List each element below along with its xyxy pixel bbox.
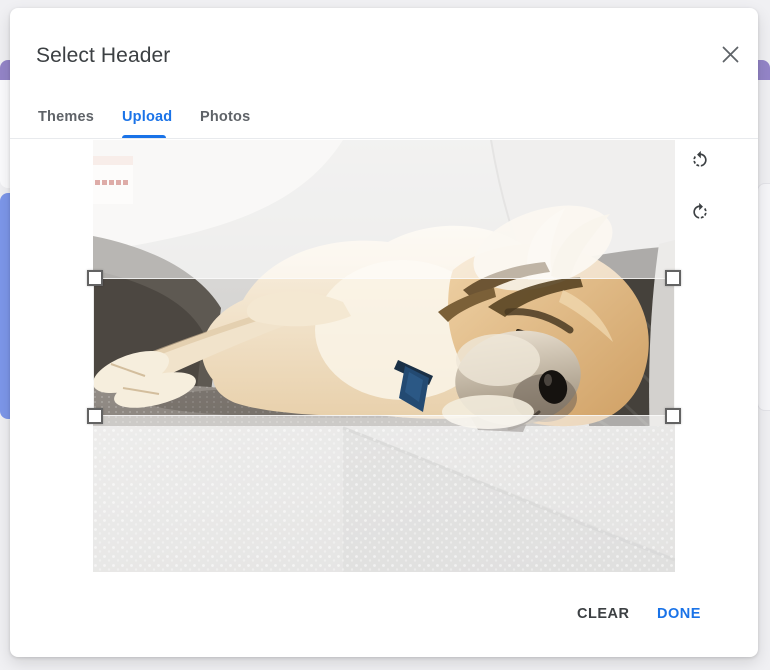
- close-icon: [722, 46, 738, 62]
- crop-handle-bottom-left[interactable]: [87, 408, 103, 424]
- rotate-right-icon: [693, 202, 707, 219]
- select-header-dialog: Select Header Themes Upload Photos CLEAR…: [10, 8, 758, 657]
- crop-handle-top-right[interactable]: [665, 270, 681, 286]
- crop-dim-overlay-top: [93, 140, 675, 278]
- backdrop-purple-card-corner-right: [756, 60, 770, 80]
- clear-button[interactable]: CLEAR: [567, 600, 639, 628]
- crop-handle-bottom-right[interactable]: [665, 408, 681, 424]
- tab-upload[interactable]: Upload: [122, 104, 172, 130]
- crop-handle-top-left[interactable]: [87, 270, 103, 286]
- backdrop-selected-question-border: [0, 193, 10, 419]
- tab-themes[interactable]: Themes: [38, 104, 94, 130]
- close-button[interactable]: [710, 34, 750, 74]
- rotate-left-icon: [693, 150, 707, 167]
- backdrop-header-card-edge: [0, 80, 10, 188]
- rotate-right-button[interactable]: [686, 198, 714, 226]
- upload-photo-preview: [87, 140, 681, 572]
- crop-dim-overlay-bottom: [93, 416, 675, 572]
- tab-photos[interactable]: Photos: [200, 104, 250, 130]
- done-button[interactable]: DONE: [647, 600, 711, 628]
- crop-selection-region[interactable]: [93, 278, 675, 416]
- dialog-title: Select Header: [36, 44, 171, 67]
- backdrop-purple-card-corner-left: [0, 60, 10, 80]
- tabs-divider: [10, 138, 758, 139]
- rotate-left-button[interactable]: [686, 146, 714, 174]
- backdrop-question-card-edge: [757, 183, 770, 411]
